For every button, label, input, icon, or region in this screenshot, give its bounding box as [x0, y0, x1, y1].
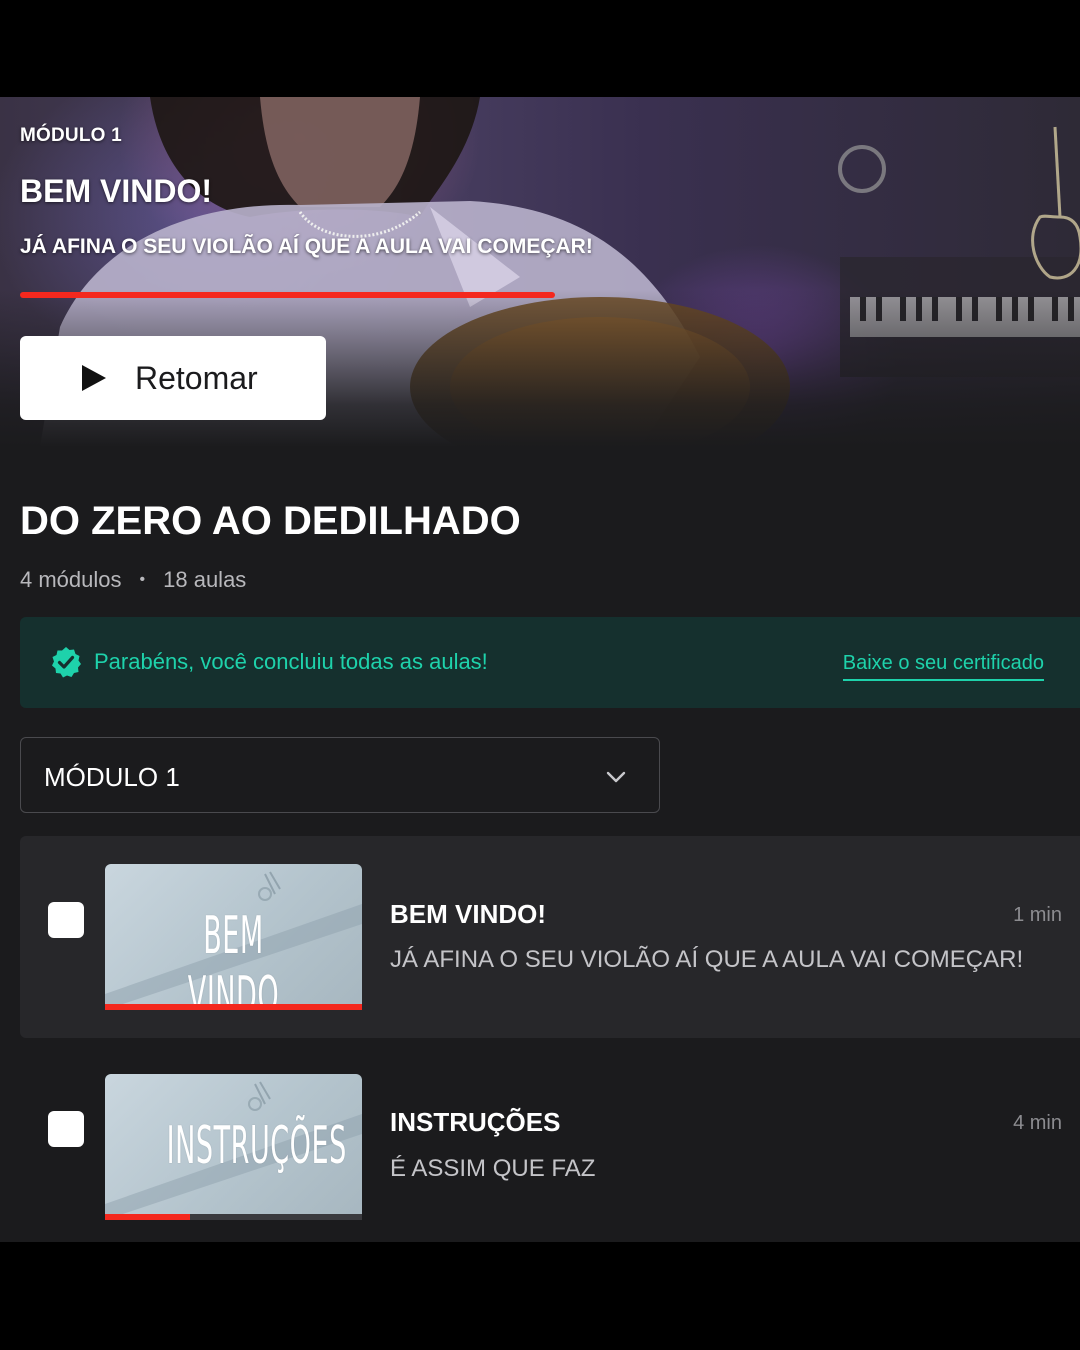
- course-meta: 4 módulos • 18 aulas: [20, 567, 246, 593]
- thumbnail-title: INSTRUÇÕES: [166, 1116, 347, 1176]
- lesson-title[interactable]: INSTRUÇÕES: [390, 1107, 560, 1138]
- hero-banner: MÓDULO 1 BEM VINDO! JÁ AFINA O SEU VIOLÃ…: [0, 97, 1080, 447]
- lessons-count: 18 aulas: [163, 567, 247, 592]
- meta-separator: •: [139, 571, 146, 588]
- thumbnail-title: BEM VINDO: [187, 906, 280, 1010]
- lesson-description: É ASSIM QUE FAZ: [390, 1155, 596, 1182]
- resume-button-label: Retomar: [135, 359, 258, 396]
- chevron-down-icon: [606, 771, 626, 783]
- lesson-duration: 1 min: [1013, 904, 1062, 926]
- lesson-checkbox[interactable]: [48, 1111, 84, 1147]
- lesson-progress-bar: [105, 1214, 190, 1220]
- lesson-thumbnail[interactable]: INSTRUÇÕES: [105, 1074, 362, 1220]
- hero-lesson-title: BEM VINDO!: [20, 173, 212, 209]
- lesson-progress-bar: [105, 1004, 362, 1010]
- check-circle-icon: [52, 647, 81, 678]
- lesson-item[interactable]: BEM VINDO BEM VINDO! JÁ AFINA O SEU VIOL…: [20, 836, 1080, 1038]
- resume-button[interactable]: Retomar: [20, 336, 326, 420]
- course-page: MÓDULO 1 BEM VINDO! JÁ AFINA O SEU VIOLÃ…: [0, 97, 1080, 1242]
- lesson-title[interactable]: BEM VINDO!: [390, 899, 546, 930]
- play-icon: [82, 365, 106, 391]
- module-select[interactable]: MÓDULO 1: [20, 737, 660, 813]
- download-certificate-link[interactable]: Baixe o seu certificado: [842, 652, 1044, 681]
- lesson-thumbnail[interactable]: BEM VINDO: [105, 864, 362, 1010]
- hero-lesson-subtitle: JÁ AFINA O SEU VIOLÃO AÍ QUE A AULA VAI …: [20, 235, 593, 258]
- lesson-checkbox[interactable]: [48, 902, 84, 938]
- modules-count: 4 módulos: [20, 567, 122, 592]
- hero-progress-bar: [20, 292, 555, 298]
- completion-banner: Parabéns, você concluiu todas as aulas! …: [20, 617, 1080, 708]
- lesson-item[interactable]: INSTRUÇÕES INSTRUÇÕES É ASSIM QUE FAZ 4 …: [20, 1045, 1080, 1242]
- course-title: DO ZERO AO DEDILHADO: [20, 499, 521, 543]
- completion-message: Parabéns, você concluiu todas as aulas!: [94, 649, 488, 674]
- lesson-duration: 4 min: [1013, 1112, 1062, 1134]
- hero-module-label: MÓDULO 1: [20, 125, 122, 146]
- module-select-value: MÓDULO 1: [44, 762, 180, 792]
- lesson-description: JÁ AFINA O SEU VIOLÃO AÍ QUE A AULA VAI …: [390, 946, 1024, 973]
